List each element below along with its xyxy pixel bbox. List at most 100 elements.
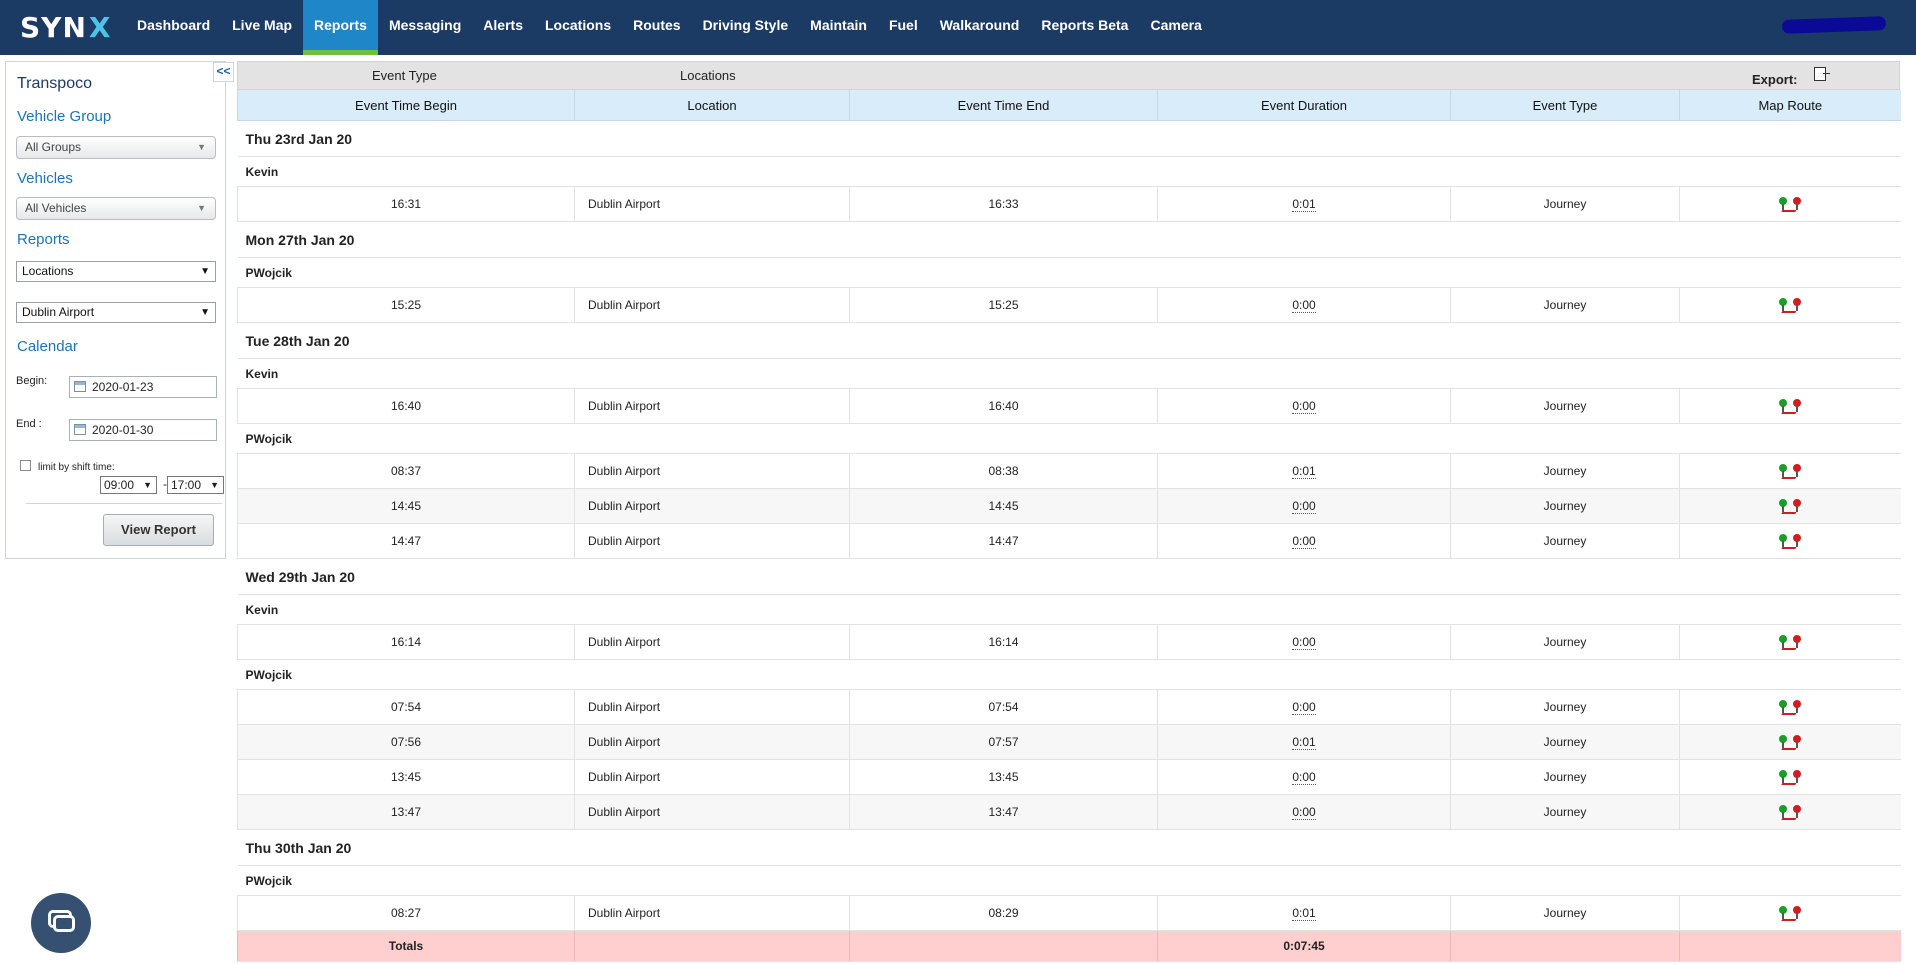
shift-end-select[interactable]: 17:00 ▼ [167,476,224,494]
event-type-cell: Journey [1450,488,1680,524]
vehicle-group-select[interactable]: All Groups ▼ [16,136,216,159]
start-pin-icon [1779,197,1788,211]
driver-name: Kevin [237,594,1901,625]
event-duration-value[interactable]: 0:00 [1292,399,1316,414]
map-route-cell [1679,488,1901,524]
map-route-pins-icon[interactable] [1778,700,1802,716]
user-menu[interactable] [1781,16,1887,34]
column-header[interactable]: Event Type [1450,90,1680,121]
map-route-cell [1679,287,1901,323]
chat-icon-front [53,915,75,932]
event-duration-value[interactable]: 0:00 [1292,298,1316,313]
event-duration-value[interactable]: 0:01 [1292,735,1316,750]
driver-row: PWojcik [237,257,1901,288]
vehicles-select[interactable]: All Vehicles ▼ [16,197,216,220]
calendar-icon[interactable] [74,424,86,435]
map-route-cell [1679,523,1901,559]
driver-name: PWojcik [237,423,1901,454]
location-cell: Dublin Airport [574,689,850,725]
column-header[interactable]: Event Time End [849,90,1158,121]
nav-reports[interactable]: Reports [303,0,378,55]
map-route-pins-icon[interactable] [1778,805,1802,821]
shift-start-value: 09:00 [104,478,135,492]
nav-fuel[interactable]: Fuel [878,0,929,55]
event-duration-cell: 0:00 [1157,759,1451,795]
nav-maintain[interactable]: Maintain [799,0,878,55]
start-pin-icon [1779,805,1788,819]
column-header[interactable]: Map Route [1679,90,1901,121]
synx-logo[interactable]: SYN X [20,10,111,44]
shift-time-checkbox[interactable] [20,460,31,471]
map-route-pins-icon[interactable] [1778,534,1802,550]
location-cell: Dublin Airport [574,488,850,524]
map-route-pins-icon[interactable] [1778,197,1802,213]
event-type-cell: Journey [1450,287,1680,323]
end-date-input[interactable]: 2020-01-30 [69,419,217,441]
start-pin-icon [1779,464,1788,478]
calendar-icon[interactable] [74,381,86,392]
event-duration-value[interactable]: 0:00 [1292,700,1316,715]
collapse-panel-button[interactable]: << [213,62,234,82]
event-time-end-cell: 14:45 [849,488,1158,524]
nav-walkaround[interactable]: Walkaround [929,0,1031,55]
nav-live-map[interactable]: Live Map [221,0,303,55]
event-duration-value[interactable]: 0:00 [1292,499,1316,514]
group-date: Thu 23rd Jan 20 [237,120,1901,157]
nav-dashboard[interactable]: Dashboard [126,0,221,55]
nav-camera[interactable]: Camera [1139,0,1212,55]
view-report-button[interactable]: View Report [103,514,214,546]
map-route-pins-icon[interactable] [1778,499,1802,515]
end-pin-icon [1793,399,1802,413]
event-time-begin-cell: 15:25 [237,287,575,323]
event-duration-value[interactable]: 0:00 [1292,805,1316,820]
event-duration-value[interactable]: 0:00 [1292,635,1316,650]
map-route-cell [1679,186,1901,222]
driver-row: Kevin [237,358,1901,389]
event-time-end-cell: 13:47 [849,794,1158,830]
vehicles-label: Vehicles [17,170,73,187]
nav-driving-style[interactable]: Driving Style [692,0,800,55]
event-type-cell: Journey [1450,523,1680,559]
event-duration-value[interactable]: 0:00 [1292,534,1316,549]
nav-locations[interactable]: Locations [534,0,622,55]
map-route-pins-icon[interactable] [1778,399,1802,415]
totals-duration: 0:07:45 [1157,930,1451,962]
begin-date-input[interactable]: 2020-01-23 [69,376,217,398]
nav-alerts[interactable]: Alerts [472,0,534,55]
column-header[interactable]: Event Time Begin [237,90,575,121]
map-route-pins-icon[interactable] [1778,464,1802,480]
column-header[interactable]: Location [574,90,850,121]
shift-start-select[interactable]: 09:00 ▼ [100,476,157,494]
location-cell: Dublin Airport [574,759,850,795]
map-route-pins-icon[interactable] [1778,735,1802,751]
event-duration-value[interactable]: 0:01 [1292,197,1316,212]
end-pin-icon [1793,735,1802,749]
vehicles-value: All Vehicles [25,201,87,215]
event-time-begin-cell: 16:14 [237,624,575,660]
totals-label: Totals [237,930,575,962]
date-group-row: Wed 29th Jan 20 [237,558,1901,595]
report-type-select[interactable]: Locations ▼ [16,261,216,282]
export-file-icon[interactable] [1814,67,1830,81]
column-header[interactable]: Event Duration [1157,90,1451,121]
logo-text: SYN [20,10,87,44]
nav-routes[interactable]: Routes [622,0,691,55]
event-time-end-cell: 16:33 [849,186,1158,222]
nav-reports-beta[interactable]: Reports Beta [1030,0,1139,55]
report-filter-summary: Event Type Locations Export: [237,61,1900,90]
map-route-pins-icon[interactable] [1778,770,1802,786]
nav-messaging[interactable]: Messaging [378,0,472,55]
start-pin-icon [1779,770,1788,784]
event-duration-value[interactable]: 0:01 [1292,464,1316,479]
event-time-end-cell: 15:25 [849,287,1158,323]
map-route-pins-icon[interactable] [1778,298,1802,314]
chat-button[interactable] [31,893,91,953]
table-row: 14:47 Dublin Airport 14:47 0:00 Journey [237,523,1901,559]
group-date: Wed 29th Jan 20 [237,558,1901,595]
date-group-row: Mon 27th Jan 20 [237,221,1901,258]
event-duration-value[interactable]: 0:01 [1292,906,1316,921]
map-route-pins-icon[interactable] [1778,906,1802,922]
location-select[interactable]: Dublin Airport ▼ [16,302,216,323]
event-duration-value[interactable]: 0:00 [1292,770,1316,785]
map-route-pins-icon[interactable] [1778,635,1802,651]
